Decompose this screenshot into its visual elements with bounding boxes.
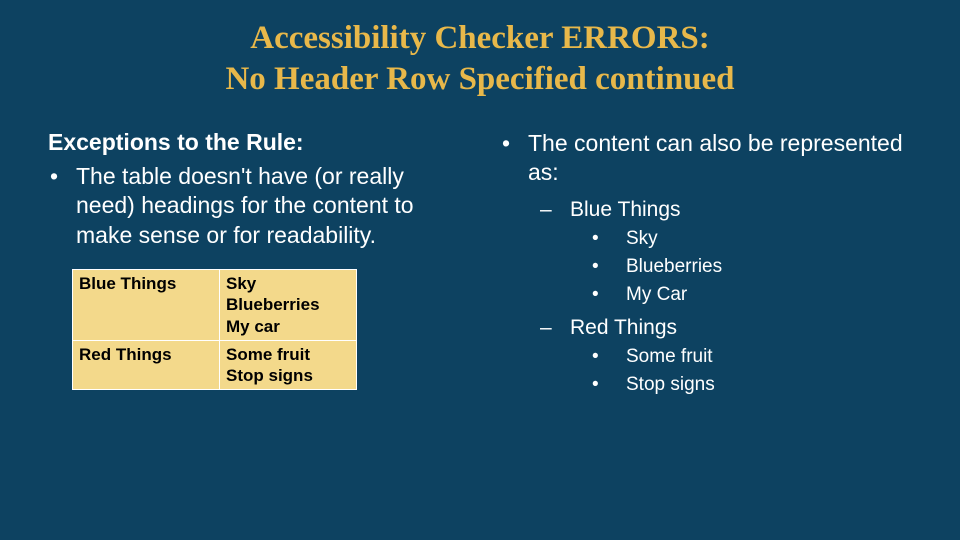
left-column: Exceptions to the Rule: • The table does… <box>48 129 460 397</box>
bullet-icon: • <box>48 162 76 252</box>
table-cell-values: Sky Blueberries My car <box>220 270 357 341</box>
left-bullet-text: The table doesn't have (or really need) … <box>76 162 460 252</box>
bullet-icon: • <box>500 129 528 189</box>
item-text: Sky <box>626 228 658 250</box>
exceptions-heading: Exceptions to the Rule: <box>48 129 460 156</box>
list-item: • Sky <box>500 228 912 250</box>
right-column: • The content can also be represented as… <box>500 129 912 397</box>
right-bullet-text: The content can also be represented as: <box>528 129 912 189</box>
list-item: • Some fruit <box>500 346 912 368</box>
list-group: – Blue Things <box>500 198 912 222</box>
example-table: Blue Things Sky Blueberries My car Red T… <box>72 269 357 390</box>
list-item: • Stop signs <box>500 374 912 396</box>
left-bullet: • The table doesn't have (or really need… <box>48 162 460 252</box>
group-name: Red Things <box>570 316 677 340</box>
item-text: Some fruit <box>626 346 713 368</box>
table-value: Stop signs <box>226 366 313 385</box>
table-row: Red Things Some fruit Stop signs <box>73 340 357 390</box>
list-item: • Blueberries <box>500 256 912 278</box>
table-cell-values: Some fruit Stop signs <box>220 340 357 390</box>
title-line-2: No Header Row Specified continued <box>225 61 734 97</box>
list-item: • My Car <box>500 284 912 306</box>
slide-title: Accessibility Checker ERRORS: No Header … <box>0 0 960 101</box>
bullet-icon: • <box>592 346 626 368</box>
slide: Accessibility Checker ERRORS: No Header … <box>0 0 960 540</box>
table-row: Blue Things Sky Blueberries My car <box>73 270 357 341</box>
bullet-icon: • <box>592 228 626 250</box>
bullet-icon: • <box>592 256 626 278</box>
group-name: Blue Things <box>570 198 681 222</box>
table-cell-label: Red Things <box>73 340 220 390</box>
bullet-icon: • <box>592 284 626 306</box>
table-value: Blueberries <box>226 295 320 314</box>
bullet-icon: • <box>592 374 626 396</box>
table-value: Sky <box>226 274 256 293</box>
dash-icon: – <box>540 316 570 340</box>
table-value: Some fruit <box>226 345 310 364</box>
right-bullet: • The content can also be represented as… <box>500 129 912 189</box>
list-group: – Red Things <box>500 316 912 340</box>
item-text: My Car <box>626 284 687 306</box>
title-line-1: Accessibility Checker ERRORS: <box>250 20 710 56</box>
item-text: Stop signs <box>626 374 715 396</box>
content-columns: Exceptions to the Rule: • The table does… <box>0 101 960 397</box>
table-cell-label: Blue Things <box>73 270 220 341</box>
table-value: My car <box>226 317 280 336</box>
dash-icon: – <box>540 198 570 222</box>
item-text: Blueberries <box>626 256 722 278</box>
